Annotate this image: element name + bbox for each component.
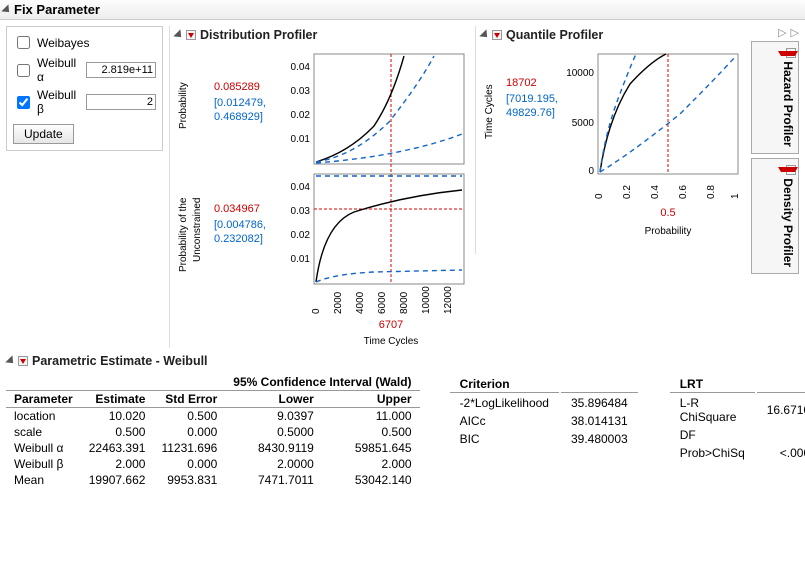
lrt-table: LRT L-R ChiSquare16.67101 DF1 Prob>ChiSq… bbox=[668, 374, 805, 463]
parametric-estimate-title: Parametric Estimate - Weibull bbox=[32, 354, 208, 368]
hot-spot-icon[interactable] bbox=[186, 30, 196, 40]
weibull-beta-label: Weibull β bbox=[37, 88, 82, 116]
weibayes-label: Weibayes bbox=[37, 36, 89, 50]
svg-text:[0.012479,: [0.012479, bbox=[214, 97, 266, 109]
svg-text:0: 0 bbox=[588, 166, 594, 177]
distribution-profiler-panel: Distribution Profiler bbox=[169, 26, 469, 348]
svg-text:[0.004786,: [0.004786, bbox=[214, 219, 266, 231]
svg-text:0.4: 0.4 bbox=[650, 185, 661, 199]
table-row: scale0.5000.0000.50000.500 bbox=[6, 424, 420, 440]
update-button[interactable]: Update bbox=[13, 124, 74, 144]
table-row: location10.0200.5009.039711.000 bbox=[6, 408, 420, 425]
weibull-alpha-input[interactable] bbox=[86, 62, 156, 78]
svg-text:0.01: 0.01 bbox=[291, 254, 311, 265]
quantile-profiler-chart[interactable]: 10000 5000 0 0 0.2 0.4 0.6 0.8 1 0.5 Pro… bbox=[480, 44, 745, 254]
quantile-profiler-title: Quantile Profiler bbox=[506, 28, 603, 42]
disclosure-triangle-icon[interactable] bbox=[479, 29, 490, 40]
fix-parameter-header[interactable]: Fix Parameter bbox=[0, 0, 805, 20]
distribution-profiler-title: Distribution Profiler bbox=[200, 28, 317, 42]
parametric-estimate-table: 95% Confidence Interval (Wald) Parameter… bbox=[6, 374, 420, 488]
hot-spot-icon[interactable] bbox=[18, 356, 28, 366]
svg-text:0.6: 0.6 bbox=[678, 185, 689, 199]
weibayes-checkbox[interactable] bbox=[17, 36, 30, 49]
svg-text:[7019.195,: [7019.195, bbox=[506, 93, 558, 105]
svg-text:Probability: Probability bbox=[178, 82, 189, 129]
svg-text:0.03: 0.03 bbox=[291, 206, 311, 217]
disclosure-triangle-icon[interactable] bbox=[5, 355, 16, 366]
svg-text:10000: 10000 bbox=[421, 286, 432, 314]
svg-text:0.034967: 0.034967 bbox=[214, 203, 260, 215]
svg-text:0.01: 0.01 bbox=[291, 134, 311, 145]
svg-text:Probability: Probability bbox=[645, 226, 692, 237]
svg-text:8000: 8000 bbox=[399, 291, 410, 314]
svg-text:0.2: 0.2 bbox=[622, 185, 633, 199]
svg-text:0.5: 0.5 bbox=[660, 207, 675, 219]
svg-text:0.085289: 0.085289 bbox=[214, 81, 260, 93]
svg-text:Probability of the: Probability of the bbox=[178, 197, 189, 272]
fix-parameter-title: Fix Parameter bbox=[14, 2, 100, 17]
quantile-profiler-header[interactable]: Quantile Profiler bbox=[480, 26, 745, 44]
disclosure-triangle-icon[interactable] bbox=[173, 29, 184, 40]
svg-text:0.02: 0.02 bbox=[291, 230, 311, 241]
svg-text:0.04: 0.04 bbox=[291, 182, 311, 193]
weibull-alpha-label: Weibull α bbox=[37, 56, 82, 84]
dist-xlabel: Time Cycles bbox=[364, 336, 419, 347]
svg-text:18702: 18702 bbox=[506, 77, 537, 89]
svg-text:12000: 12000 bbox=[443, 286, 454, 314]
svg-text:0.232082]: 0.232082] bbox=[214, 233, 263, 245]
criterion-table: Criterion -2*LogLikelihood35.896484 AICc… bbox=[448, 374, 640, 449]
svg-text:0: 0 bbox=[594, 193, 605, 199]
svg-text:0.02: 0.02 bbox=[291, 110, 311, 121]
scroll-right-icon[interactable]: ▷ bbox=[791, 26, 799, 39]
weibull-alpha-checkbox[interactable] bbox=[17, 64, 30, 77]
weibull-beta-input[interactable] bbox=[86, 94, 156, 110]
table-row: Mean19907.6629953.8317471.701153042.140 bbox=[6, 472, 420, 488]
scroll-left-icon[interactable]: ▷ bbox=[778, 26, 786, 39]
hazard-profiler-tab[interactable]: Hazard Profiler bbox=[751, 41, 799, 154]
parametric-estimate-header[interactable]: Parametric Estimate - Weibull bbox=[6, 352, 799, 370]
svg-text:0.8: 0.8 bbox=[706, 185, 717, 199]
svg-text:6000: 6000 bbox=[377, 291, 388, 314]
table-row: Weibull α22463.39111231.6968430.91195985… bbox=[6, 440, 420, 456]
disclosure-triangle-icon[interactable] bbox=[1, 4, 12, 15]
svg-text:Time Cycles: Time Cycles bbox=[484, 84, 495, 139]
distribution-profiler-chart[interactable]: 0.04 0.03 0.02 0.01 0.04 0.03 0.02 0.01 … bbox=[174, 44, 469, 348]
fix-parameter-panel: Weibayes Weibull α Weibull β Update bbox=[6, 26, 163, 151]
distribution-profiler-header[interactable]: Distribution Profiler bbox=[174, 26, 469, 44]
svg-text:49829.76]: 49829.76] bbox=[506, 107, 555, 119]
table-row: Weibull β2.0000.0002.00002.000 bbox=[6, 456, 420, 472]
quantile-profiler-panel: Quantile Profiler 10000 5000 0 0 0.2 0.4 bbox=[475, 26, 745, 254]
dist-x-cross: 6707 bbox=[379, 319, 403, 331]
weibull-beta-checkbox[interactable] bbox=[17, 96, 30, 109]
svg-text:0.04: 0.04 bbox=[291, 62, 311, 73]
svg-text:10000: 10000 bbox=[566, 68, 594, 79]
svg-text:Unconstrained: Unconstrained bbox=[192, 198, 203, 262]
svg-text:5000: 5000 bbox=[572, 118, 595, 129]
density-profiler-tab[interactable]: Density Profiler bbox=[751, 158, 799, 274]
svg-text:0.468929]: 0.468929] bbox=[214, 111, 263, 123]
hot-spot-icon[interactable] bbox=[492, 30, 502, 40]
svg-text:0.03: 0.03 bbox=[291, 86, 311, 97]
svg-text:1: 1 bbox=[730, 193, 741, 199]
svg-text:2000: 2000 bbox=[333, 291, 344, 314]
svg-text:0: 0 bbox=[311, 308, 322, 314]
svg-text:4000: 4000 bbox=[355, 291, 366, 314]
